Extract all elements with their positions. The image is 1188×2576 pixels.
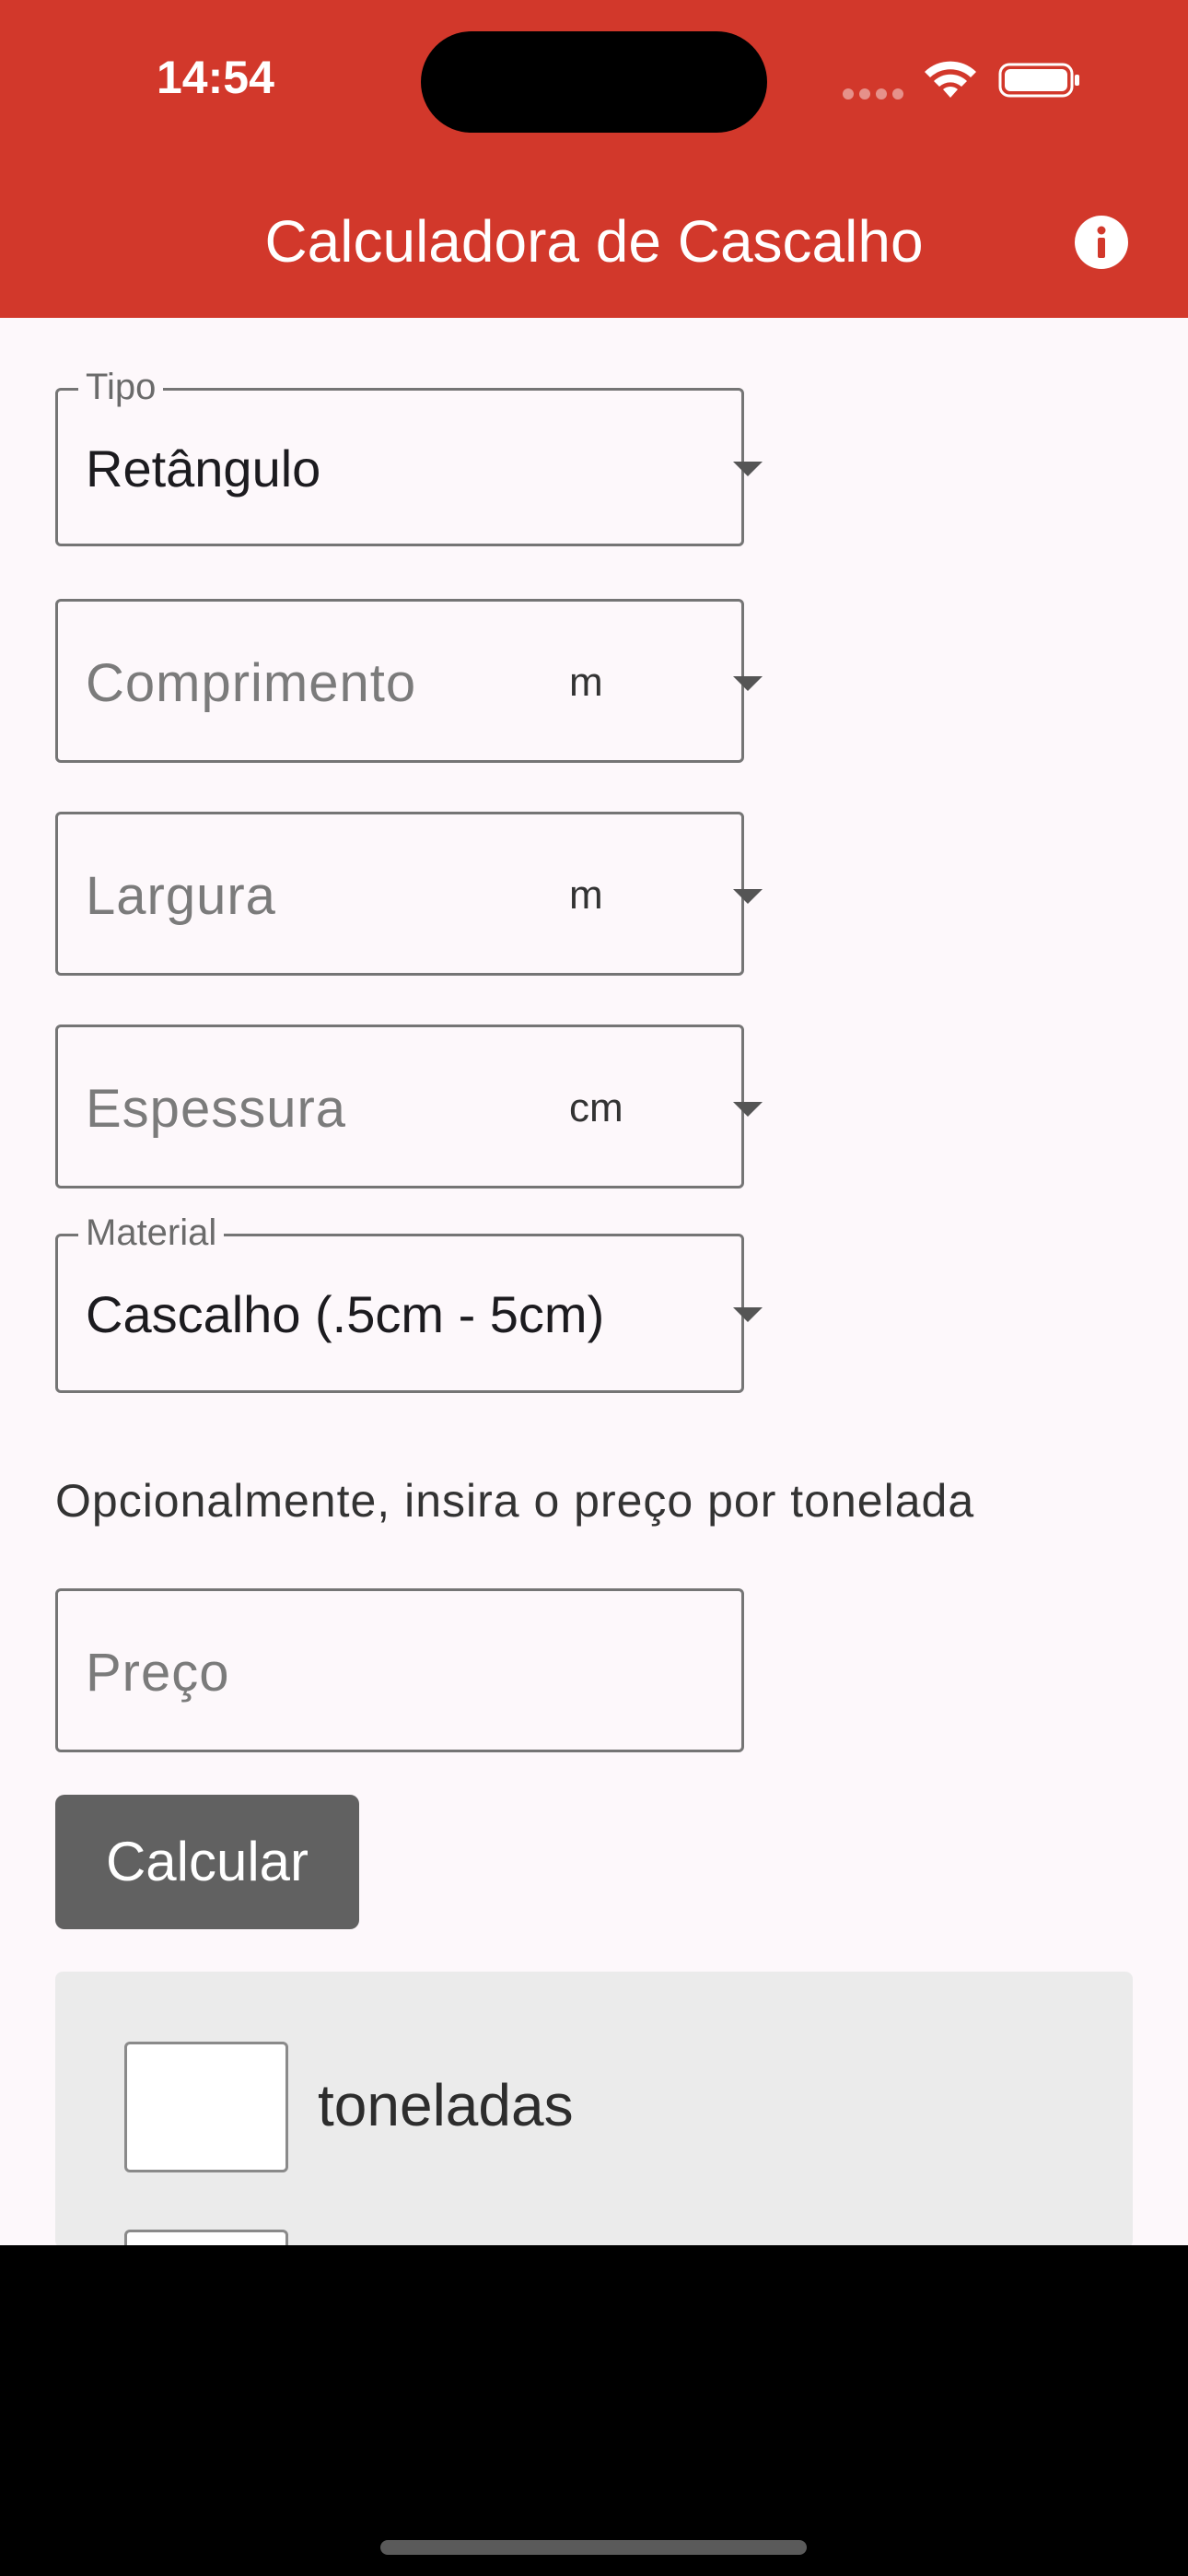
tons-value-box xyxy=(124,2042,288,2172)
chevron-down-icon xyxy=(733,1307,763,1322)
type-label: Tipo xyxy=(78,367,164,408)
type-select[interactable]: Tipo Retângulo xyxy=(55,367,763,546)
thickness-unit-select[interactable]: cm xyxy=(569,1085,623,1131)
info-icon[interactable] xyxy=(1074,215,1129,270)
results-panel: toneladas xyxy=(55,1972,1133,2248)
material-select[interactable]: Material Cascalho (.5cm - 5cm) xyxy=(55,1212,763,1393)
status-time: 14:54 xyxy=(157,52,274,103)
dynamic-island xyxy=(421,31,767,133)
material-label: Material xyxy=(78,1212,225,1254)
chevron-down-icon[interactable] xyxy=(733,676,763,691)
chevron-down-icon[interactable] xyxy=(733,889,763,904)
price-placeholder: Preço xyxy=(86,1643,230,1703)
type-value: Retângulo xyxy=(86,439,321,498)
cellular-signal-icon xyxy=(843,88,909,104)
chevron-down-icon[interactable] xyxy=(733,1102,763,1117)
page-title: Calculadora de Cascalho xyxy=(264,208,924,275)
wifi-icon xyxy=(925,61,976,98)
price-hint: Opcionalmente, insira o preço por tonela… xyxy=(55,1475,975,1527)
thickness-input[interactable]: Espessura cm xyxy=(55,1025,763,1188)
home-indicator[interactable] xyxy=(380,2540,807,2555)
width-placeholder: Largura xyxy=(86,866,276,926)
length-unit-select[interactable]: m xyxy=(569,660,603,706)
tons-unit-label: toneladas xyxy=(318,2072,574,2138)
price-input[interactable]: Preço xyxy=(55,1588,744,1752)
length-placeholder: Comprimento xyxy=(86,653,417,713)
calculate-button[interactable]: Calcular xyxy=(55,1795,359,1929)
material-value: Cascalho (.5cm - 5cm) xyxy=(86,1285,605,1343)
app-bar: 14:54 Calculadora de Cascalho xyxy=(0,0,1188,318)
battery-icon xyxy=(998,63,1079,98)
width-input[interactable]: Largura m xyxy=(55,812,763,976)
bottom-bar xyxy=(0,2245,1188,2576)
chevron-down-icon xyxy=(733,462,763,476)
width-unit-select[interactable]: m xyxy=(569,872,603,919)
length-input[interactable]: Comprimento m xyxy=(55,599,763,763)
thickness-placeholder: Espessura xyxy=(86,1079,347,1139)
